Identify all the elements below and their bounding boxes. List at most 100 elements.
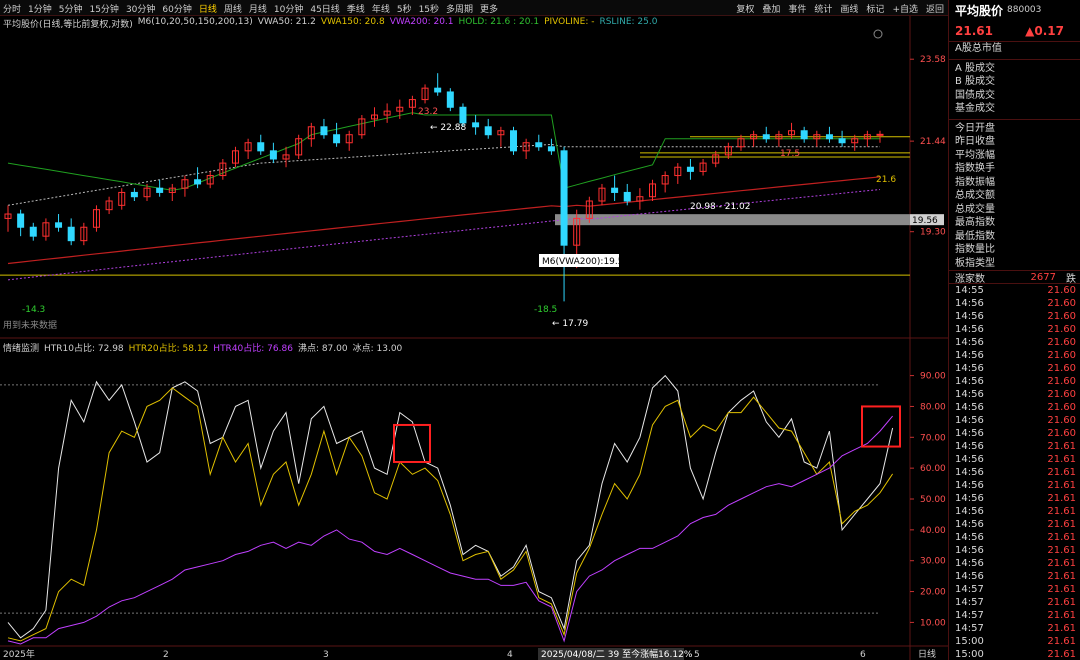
candle-body [29, 226, 37, 237]
period-tab[interactable]: 5分钟 [59, 2, 83, 15]
toolbar-action-button[interactable]: 事件 [788, 2, 806, 15]
side-menu-item[interactable]: 板指类型 [949, 257, 1080, 271]
period-tab[interactable]: 月线 [249, 2, 267, 15]
period-tab[interactable]: 5秒 [397, 2, 412, 15]
candle-body [194, 179, 202, 185]
period-tab[interactable]: 日线 [199, 2, 217, 15]
period-tab[interactable]: 年线 [372, 2, 390, 15]
indicator-tick-label: 80.00 [920, 402, 946, 412]
tick-time: 14:55 [955, 285, 984, 296]
candle-body [17, 213, 25, 228]
tick-row: 14:56 21.60 [949, 323, 1080, 336]
toolbar-action-button[interactable]: +自选 [892, 2, 918, 15]
tick-price: 21.60 [1047, 363, 1076, 374]
tick-time: 14:57 [955, 610, 984, 621]
candle-body [825, 134, 833, 140]
side-menu-item[interactable]: 昨日收盘 [949, 135, 1080, 149]
tick-price: 21.61 [1047, 441, 1076, 452]
candle-body [686, 166, 694, 172]
tick-time: 14:56 [955, 298, 984, 309]
date-tick-label: 3 [323, 650, 329, 660]
toolbar-action-button[interactable]: 复权 [736, 2, 754, 15]
future-data-note: 用到未来数据 [3, 319, 57, 331]
annotation-label: 23.2 [418, 107, 438, 117]
tick-row: 14:56 21.61 [949, 479, 1080, 492]
indicator-tick-label: 10.00 [920, 618, 946, 628]
side-menu-item[interactable]: 平均涨幅 [949, 149, 1080, 163]
legend-item: HTR20占比: 58.12 [128, 344, 209, 354]
indicator-series-line [7, 415, 893, 645]
legend-item: PIVOLINE: - [544, 17, 595, 27]
period-tab[interactable]: 10分钟 [274, 2, 303, 15]
tick-price: 21.61 [1047, 467, 1076, 478]
chart-area[interactable]: 23.58 21.44 19.30 19.56 23.2 ← 22.88 17.5 21.6 2… [0, 16, 948, 660]
tick-price: 21.61 [1047, 532, 1076, 543]
highlight-box [393, 423, 431, 463]
toolbar-action-button[interactable]: 画线 [840, 2, 858, 15]
period-tab[interactable]: 更多 [480, 2, 498, 15]
quote-side-panel: 平均股价 880003 21.61 ▲0.17 A股总市值 A 股成交 B 股成交… [948, 0, 1080, 660]
legend-item: VWA200: 20.1 [389, 17, 454, 27]
side-menu-item[interactable]: 总成交额 [949, 189, 1080, 203]
tick-time: 14:56 [955, 311, 984, 322]
period-tab[interactable]: 多周期 [446, 2, 473, 15]
side-menu-item[interactable]: A股总市值 [949, 42, 1080, 56]
legend-item: HTR40占比: 76.86 [213, 344, 293, 354]
legend-item: RSLINE: 25.0 [599, 17, 658, 27]
tick-row: 14:56 21.60 [949, 362, 1080, 375]
period-tab[interactable]: 分时 [3, 2, 21, 15]
legend-item: 沸点: 87.00 [297, 344, 348, 354]
indicator-series-line [7, 374, 894, 639]
candle-body [560, 150, 568, 246]
side-menu-item[interactable]: 最高指数 [949, 216, 1080, 230]
tick-list[interactable]: 14:55 21.60 14:56 21.60 14:56 21.60 14:56 21.60… [949, 284, 1080, 660]
side-menu-item[interactable]: 今日开盘 [949, 122, 1080, 136]
tick-row: 14:56 21.61 [949, 531, 1080, 544]
tick-row: 14:56 21.60 [949, 427, 1080, 440]
period-tab[interactable]: 1分钟 [28, 2, 52, 15]
period-tab[interactable]: 60分钟 [162, 2, 191, 15]
candle-body [333, 134, 341, 144]
side-menu-item[interactable]: 基金成交 [949, 102, 1080, 116]
period-tab[interactable]: 周线 [224, 2, 242, 15]
period-tab[interactable]: 季线 [347, 2, 365, 15]
tick-time: 14:56 [955, 415, 984, 426]
tick-price: 21.60 [1047, 324, 1076, 335]
side-menu-item[interactable]: 指数换手 [949, 162, 1080, 176]
tick-row: 14:56 21.60 [949, 401, 1080, 414]
tick-time: 14:56 [955, 337, 984, 348]
side-menu-item[interactable]: 指数振幅 [949, 176, 1080, 190]
toolbar-action-button[interactable]: 叠加 [762, 2, 780, 15]
side-menu-item[interactable]: 指数量比 [949, 243, 1080, 257]
toolbar-action-button[interactable]: 返回 [926, 2, 944, 15]
tick-price: 21.60 [1047, 428, 1076, 439]
toolbar-action-button[interactable]: 统计 [814, 2, 832, 15]
toolbar-action-button[interactable]: 标记 [866, 2, 884, 15]
period-tab[interactable]: 45日线 [310, 2, 339, 15]
annotation-label: -14.3 [22, 305, 45, 315]
side-menu-item[interactable]: A 股成交 [949, 62, 1080, 76]
indicator-tick-label: 50.00 [920, 495, 946, 505]
price-marker-label: 19.56 [912, 216, 938, 226]
period-tab[interactable]: 15分钟 [89, 2, 118, 15]
tick-time: 14:56 [955, 363, 984, 374]
decline-label: 跌 [1066, 273, 1076, 285]
tick-time: 14:56 [955, 480, 984, 491]
legend-item: VWA50: 21.2 [257, 17, 316, 27]
tick-price: 21.60 [1047, 376, 1076, 387]
tick-price: 21.61 [1047, 597, 1076, 608]
tick-price: 21.61 [1047, 623, 1076, 634]
price-tick-label: 19.30 [920, 228, 946, 238]
side-menu-item[interactable]: 总成交量 [949, 203, 1080, 217]
side-menu-item[interactable]: 国债成交 [949, 89, 1080, 103]
side-menu-item[interactable]: B 股成交 [949, 75, 1080, 89]
tick-row: 14:57 21.61 [949, 622, 1080, 635]
tick-row: 14:56 21.60 [949, 375, 1080, 388]
candle-body [510, 130, 518, 152]
period-tab[interactable]: 30分钟 [126, 2, 155, 15]
annotation-label: ← 17.79 [552, 319, 588, 329]
period-tab[interactable]: 15秒 [419, 2, 439, 15]
side-menu-item[interactable]: 最低指数 [949, 230, 1080, 244]
legend-item: 冰点: 13.00 [352, 344, 403, 354]
date-tick-label: 4 [507, 650, 513, 660]
